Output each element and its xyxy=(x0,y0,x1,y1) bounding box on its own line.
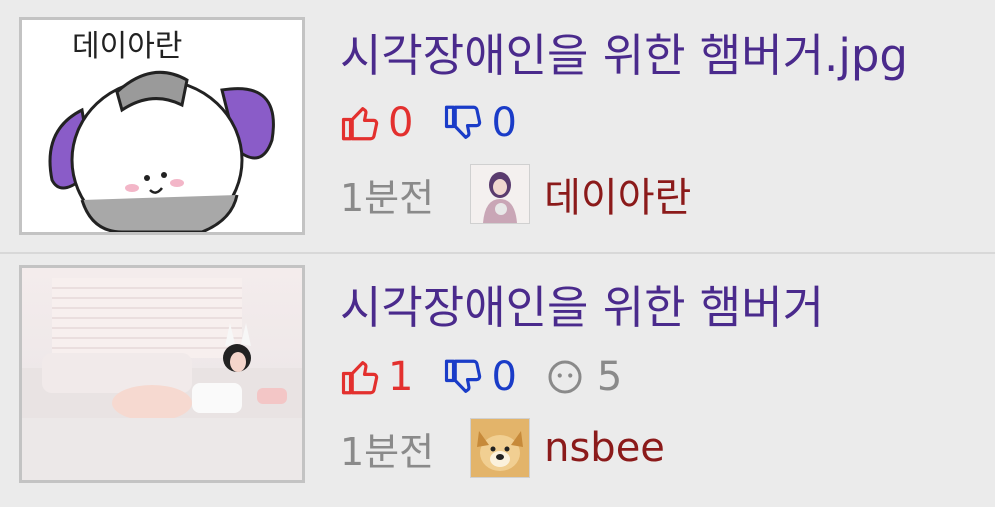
post-meta: 1분전 nsbee xyxy=(340,418,665,478)
upvote-button[interactable]: 1 xyxy=(340,354,413,400)
upvote-button[interactable]: 0 xyxy=(340,100,413,146)
comment-face-icon xyxy=(548,360,582,394)
upvote-count: 0 xyxy=(388,100,414,146)
photo-thumbnail-image xyxy=(22,268,302,480)
comment-button[interactable]: 5 xyxy=(547,354,622,400)
post-feed: 데이아란 시각장애인을 위한 햄버거.jpg 0 0 1분전 데이아란 시각장애… xyxy=(0,0,995,507)
thumbs-up-icon xyxy=(341,361,379,395)
post-meta: 1분전 데이아란 xyxy=(340,164,691,224)
thumbs-down-icon xyxy=(445,359,482,393)
post-title[interactable]: 시각장애인을 위한 햄버거 xyxy=(340,280,824,336)
downvote-count: 0 xyxy=(491,354,517,400)
post-title[interactable]: 시각장애인을 위한 햄버거.jpg xyxy=(340,28,908,84)
post-item[interactable]: 시각장애인을 위한 햄버거 1 0 5 1분전 nsbee xyxy=(0,262,995,502)
post-item[interactable]: 데이아란 시각장애인을 위한 햄버거.jpg 0 0 1분전 데이아란 xyxy=(0,8,995,248)
user-avatar-image xyxy=(471,165,530,223)
downvote-count: 0 xyxy=(491,100,517,146)
cartoon-thumbnail-image: 데이아란 xyxy=(22,20,302,232)
avatar[interactable] xyxy=(470,418,531,478)
post-time: 1분전 xyxy=(340,175,435,220)
post-thumbnail[interactable] xyxy=(19,265,305,483)
doge-avatar-image xyxy=(471,419,530,477)
upvote-count: 1 xyxy=(388,354,414,400)
downvote-button[interactable]: 0 xyxy=(443,354,517,400)
post-thumbnail[interactable]: 데이아란 xyxy=(19,17,305,235)
author-name[interactable]: 데이아란 xyxy=(544,165,691,223)
avatar[interactable] xyxy=(470,164,531,224)
thumb-caption: 데이아란 xyxy=(72,29,182,64)
vote-bar: 0 0 xyxy=(340,98,547,148)
thumbs-down-icon xyxy=(445,105,482,139)
post-time: 1분전 xyxy=(340,429,435,474)
post-divider xyxy=(0,252,995,254)
vote-bar: 1 0 5 xyxy=(340,352,622,402)
author-name[interactable]: nsbee xyxy=(544,425,665,471)
comment-count: 5 xyxy=(596,354,623,400)
thumbs-up-icon xyxy=(341,107,379,141)
downvote-button[interactable]: 0 xyxy=(443,100,517,146)
